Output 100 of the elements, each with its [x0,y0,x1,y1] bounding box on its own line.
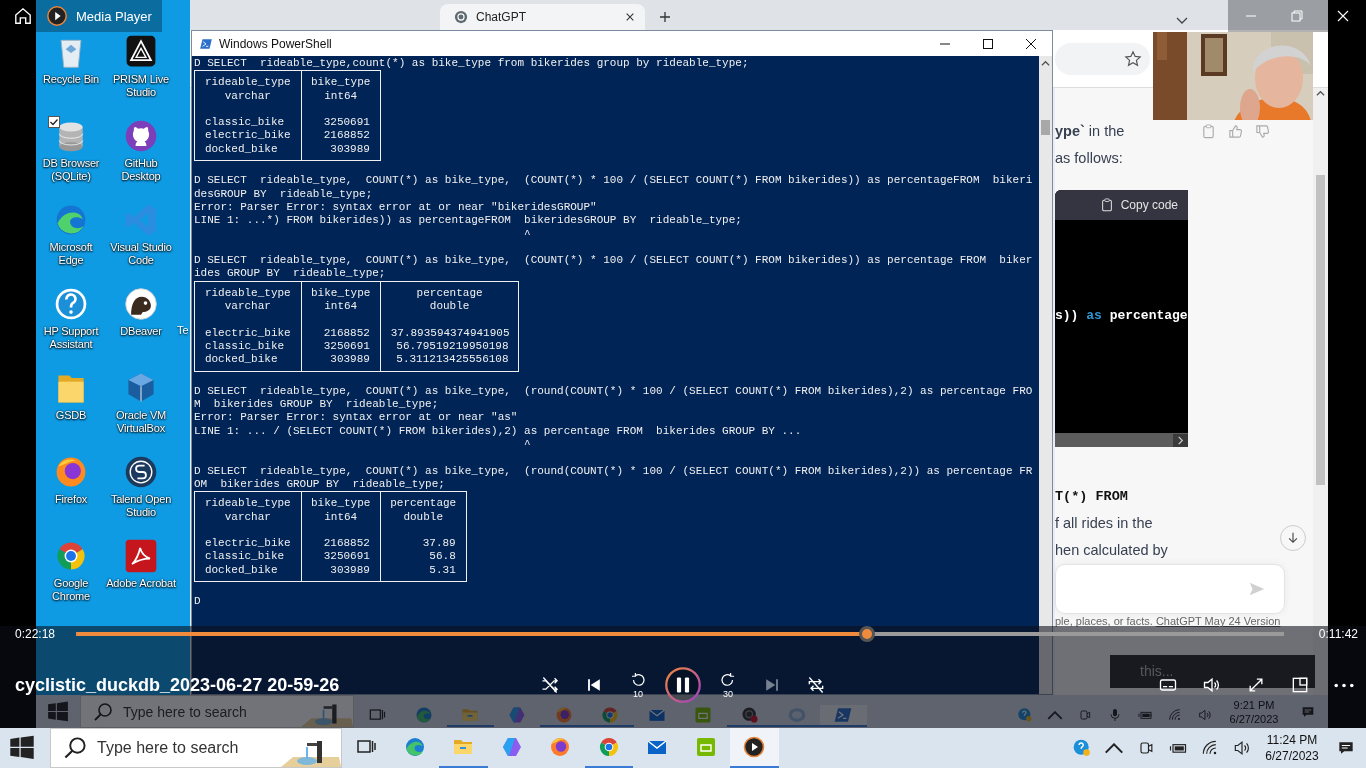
column-type: int64 [323,510,359,524]
forward-button[interactable]: 30 [710,671,746,699]
chevron-up-icon [1041,59,1050,68]
close-icon [1025,38,1036,49]
paragraph: ype` in the [1055,122,1126,141]
help-icon [1072,738,1092,758]
column-name: bike_type [310,76,372,90]
code-text: T(*) FROM [1055,488,1129,506]
fast-forward-icon [719,671,737,689]
volume-icon [1232,738,1252,758]
clock-time: 9:21 PM [1233,697,1275,712]
message-field[interactable] [1055,564,1285,614]
terminal-icon [199,36,213,51]
wifi-icon [1167,707,1183,723]
scrollbar-thumb[interactable] [1316,175,1325,485]
terminal-line: D [194,595,202,609]
app-icon [454,10,468,24]
column-name: bike_type [310,286,372,301]
column-name: percentage [415,286,484,301]
terminal-line: Error: Parser Error: syntax error at or near "as" [194,411,519,425]
chevron-up-icon [1047,710,1063,720]
chevron-up-icon [1316,89,1325,98]
search-icon [63,736,87,760]
remaining-time: 0:11:42 [1317,627,1358,641]
column-name: percentage [389,497,458,511]
column-type: double [402,510,444,524]
search-icon [93,701,113,722]
clock-time: 11:24 PM [1266,732,1318,748]
table-cell: 2168852 [300,326,380,340]
paragraph: hen calculated by [1055,541,1169,560]
search-field[interactable]: Type here to search [50,728,342,768]
table-cell: 3250691 [300,339,380,354]
table-cell: 5.31 [379,563,466,581]
scrollbar-thumb[interactable] [1041,120,1050,135]
address-bar[interactable] [1055,42,1150,75]
animal-icon [123,286,159,322]
terminal-line: M bikerides GROUP BY rideable_type; [194,398,440,412]
table-cell: 2168852 [300,129,380,143]
send-icon [1248,580,1266,598]
app-icon [123,538,159,574]
browser-tab[interactable]: ChatGPT [440,4,645,30]
close-icon [1337,10,1349,22]
terminal-line: ides GROUP BY rideable_type; [194,267,387,281]
table-cell-text: docked_bike [203,563,279,578]
chevron-right-icon [1173,433,1188,447]
table-cell: 56.8 [379,550,466,564]
terminal-line: D SELECT rideable_type, COUNT(*) as bike_type, (round(COUNT(*) * 100 / (SELECT COUNT(*) FROM bikerides),2) as percentage FRO [194,384,1034,399]
table-cell-text: classic_bike [203,550,286,564]
more-icon [1334,682,1354,688]
windows-icon [47,700,69,723]
terminal-line: LINE 1: ...*) FROM bikerides)) as percentageFROM bikeridesGROUP BY rideable_type; [194,214,743,228]
column-name: bike_type [310,497,372,511]
clock-date: 6/27/2023 [1229,711,1279,726]
column-type: int64 [323,300,359,314]
paragraph: as follows: [1055,149,1124,168]
terminal-line: OM bikerides GROUP BY rideable_type; [194,477,446,492]
terminal-line: D SELECT rideable_type, COUNT(*) as bike_type, (round(COUNT(*) * 100 / (SELECT COUNT(*) FROM bikerides),2)) as percentage FR [194,464,1034,478]
terminal-line: D SELECT rideable_type, COUNT(*) as bike_type, (COUNT(*) * 100 / (SELECT COUNT(*) FROM bikerides)) as percentageFROM bikeri [194,174,1034,188]
version-link[interactable]: ChatGPT May 24 Version [1155,615,1281,627]
thumbs-down-icon [1255,124,1270,139]
star-icon [1124,49,1142,68]
taskbar-app[interactable] [730,728,779,768]
table-cell: 3250691 [300,550,380,564]
table-cell-text: docked_bike [203,353,279,368]
terminal-icon [833,705,854,725]
help-icon [53,286,89,322]
table-cell: 2168852 [300,537,380,551]
back-button[interactable]: 10 [620,671,656,699]
table-cell-text: classic_bike [203,116,286,130]
code-line: s)) as percentage [1055,308,1188,324]
scroll-down-button[interactable] [1280,525,1306,551]
search-field[interactable]: Type here to search [80,695,354,728]
column-type: varchar [223,510,272,524]
pause-icon [664,666,702,704]
clipboard-icon [1099,198,1114,212]
column-type: varchar [223,89,272,103]
app-title: Media Player [76,8,152,24]
seek-handle[interactable] [859,626,876,642]
cat-icon [123,118,159,154]
table-cell-text: docked_bike [203,142,279,157]
table-cell-text: classic_bike [203,339,286,354]
windows-icon [9,735,35,761]
play-icon [742,735,767,759]
help-icon [1017,707,1033,723]
chevron-up-icon [1104,742,1124,754]
app-icon [693,705,714,725]
terminal-line: D SELECT rideable_type, COUNT(*) as bike_type, (COUNT(*) * 100 / (SELECT COUNT(*) FROM bikerides)) as percentage FROM biker [194,254,1034,268]
pause-button[interactable] [664,666,702,704]
tooltip: this... [1110,655,1315,688]
desktop-icon-label: Te [177,324,189,336]
clock-date: 6/27/2023 [1265,748,1319,764]
maximize-icon [982,38,993,49]
scrollbar[interactable] [1039,56,1052,694]
table-cell: 37.89 [379,537,466,551]
app-icon [786,705,807,725]
terminal-line: ^ [523,438,532,452]
column-type: double [428,300,471,314]
table-cell: 303989 [300,353,380,371]
terminal-line: D SELECT rideable_type,count(*) as bike_type from bikerides group by rideable_type; [194,57,750,71]
scrollbar[interactable] [1055,433,1188,447]
